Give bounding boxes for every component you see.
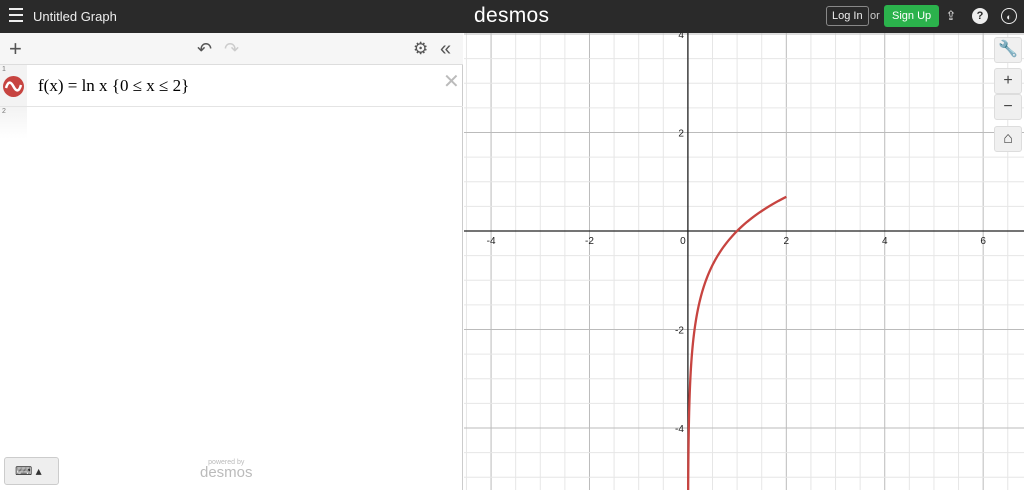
x-tick-label: 6 [980,236,986,247]
expression-number: 2 [2,108,6,115]
y-tick-label: 2 [678,128,684,139]
settings-gear-icon[interactable]: ⚙ [413,39,428,59]
zoom-in-button[interactable]: + [994,68,1022,94]
or-label: or [870,10,880,22]
expression-row-2[interactable]: 2 [0,107,463,139]
x-tick-label: 2 [784,236,790,247]
expression-panel: + ↶ ↷ ⚙ « 1 f(x) = ln x {0 ≤ x ≤ 2} ✕ 2 … [0,33,463,490]
y-tick-label: -4 [675,424,684,435]
y-tick-label: -2 [675,325,684,336]
expression-math[interactable]: f(x) = ln x {0 ≤ x ≤ 2} [38,76,189,96]
graph-settings-wrench-icon[interactable]: 🔧 [994,37,1022,63]
login-button[interactable]: Log In [826,6,869,26]
graph-title[interactable]: Untitled Graph [33,9,117,24]
x-tick-label: -2 [585,236,594,247]
zoom-out-button[interactable]: − [994,94,1022,120]
add-expression-button[interactable]: + [9,38,22,60]
help-icon[interactable]: ? [972,8,988,24]
powered-by-desmos: powered by desmos [200,459,253,481]
expression-row-1[interactable]: 1 f(x) = ln x {0 ≤ x ≤ 2} ✕ [0,65,463,107]
desmos-logo: desmos [474,4,550,27]
collapse-panel-button[interactable]: « [440,39,451,59]
undo-button[interactable]: ↶ [197,39,212,59]
top-bar: Untitled Graph desmos Log In or Sign Up … [0,0,1024,33]
redo-button[interactable]: ↷ [224,39,239,59]
expression-toolbar: + ↶ ↷ ⚙ « [0,33,463,65]
x-tick-label: -4 [487,236,496,247]
share-icon[interactable]: ⇪ [943,8,959,24]
graph-plot[interactable]: -4 -2 0 2 4 6 -4 -2 2 4 [464,30,1024,495]
signup-button[interactable]: Sign Up [884,5,940,27]
expression-number: 1 [2,66,6,73]
delete-expression-icon[interactable]: ✕ [443,69,460,94]
graph-color-icon[interactable] [3,76,24,97]
y-tick-label: 4 [678,33,684,41]
keyboard-toggle-button[interactable]: ⌨ ▴ [4,457,59,485]
home-icon[interactable]: ⌂ [994,126,1022,152]
x-tick-label: 0 [680,236,686,247]
graph-canvas[interactable]: -4 -2 0 2 4 6 -4 -2 2 4 🔧 + − ⌂ [464,30,1024,495]
menu-icon[interactable] [9,8,23,22]
globe-icon[interactable]: ◐ [1001,8,1017,24]
x-tick-label: 4 [882,236,888,247]
